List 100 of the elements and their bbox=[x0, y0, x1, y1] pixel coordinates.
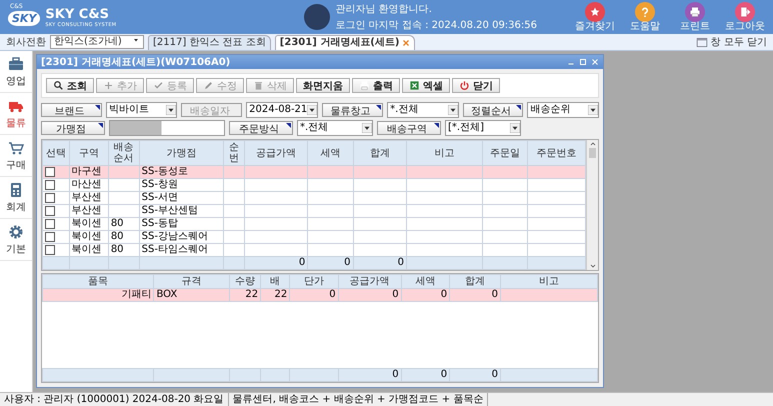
filter-select[interactable]: [*.전체] bbox=[445, 120, 521, 136]
table-row[interactable]: 부산센 SS-부산센텀 bbox=[42, 204, 586, 218]
table-row[interactable]: 북이센 80 SS-강남스퀘어 bbox=[42, 230, 586, 244]
row-checkbox[interactable] bbox=[45, 245, 55, 255]
scroll-up-icon[interactable] bbox=[588, 140, 596, 148]
toolbar-button[interactable]: 조회 bbox=[46, 78, 94, 93]
total-cell: 0 bbox=[344, 258, 351, 268]
filter-select[interactable]: 배송순위 bbox=[527, 102, 599, 118]
total-cell: 0 bbox=[398, 258, 404, 268]
row-checkbox[interactable] bbox=[45, 167, 55, 177]
required-marker-icon bbox=[376, 105, 382, 110]
table-cell: 0 bbox=[440, 290, 448, 300]
column-header[interactable]: 합계 bbox=[353, 140, 407, 166]
filter-select[interactable]: 빅바이트 bbox=[106, 102, 178, 118]
dropdown-icon[interactable] bbox=[362, 123, 372, 133]
filter-select[interactable]: *.전체 bbox=[387, 102, 459, 118]
filter-select[interactable]: 2024-08-21 bbox=[246, 102, 318, 118]
table-cell: 22 bbox=[274, 290, 288, 300]
column-header[interactable]: 세액 bbox=[401, 274, 450, 288]
sidebar-item[interactable]: 물류 bbox=[0, 93, 32, 135]
column-header[interactable]: 합계 bbox=[450, 274, 501, 288]
sidebar-item[interactable]: 구매 bbox=[0, 135, 32, 177]
required-marker-icon bbox=[286, 123, 291, 128]
document-tab[interactable]: [2301] 거래명세표(세트) bbox=[274, 35, 416, 50]
maximize-icon[interactable] bbox=[579, 58, 587, 66]
filter-input-field[interactable] bbox=[109, 120, 225, 136]
column-header[interactable]: 주문번호 bbox=[528, 140, 586, 166]
column-header[interactable]: 가맹점 bbox=[139, 140, 224, 166]
window-title-bar: [2301] 거래명세표(세트)(W07106A0) bbox=[37, 55, 603, 69]
table-cell: SS-동성로 bbox=[142, 166, 188, 177]
sidebar-item[interactable]: 회계 bbox=[0, 177, 32, 219]
column-header[interactable]: 선택 bbox=[42, 140, 70, 166]
dropdown-icon[interactable] bbox=[448, 105, 458, 115]
close-all-button[interactable]: 창 모두 닫기 bbox=[696, 35, 767, 49]
printer-icon bbox=[689, 6, 701, 18]
close-icon[interactable] bbox=[402, 39, 410, 47]
sidebar-item[interactable]: 영업 bbox=[0, 51, 32, 93]
column-header[interactable]: 순번 bbox=[223, 140, 244, 166]
toolbar-button[interactable]: 닫기 bbox=[452, 78, 500, 93]
power-icon bbox=[459, 80, 470, 91]
filter-label-button[interactable]: 정렬순서 bbox=[462, 103, 524, 117]
column-header[interactable]: 세액 bbox=[308, 140, 354, 166]
scroll-down-icon[interactable] bbox=[588, 262, 596, 270]
dropdown-icon[interactable] bbox=[588, 105, 598, 115]
plus-icon bbox=[103, 80, 114, 91]
table-cell: 마산센 bbox=[72, 180, 102, 190]
row-checkbox[interactable] bbox=[45, 180, 55, 190]
row-checkbox[interactable] bbox=[45, 219, 55, 229]
row-checkbox[interactable] bbox=[45, 206, 55, 216]
filter-label-button[interactable]: 배송구역 bbox=[377, 121, 441, 135]
table-row[interactable]: 부산센 SS-서면 bbox=[42, 192, 586, 204]
scrollbar-thumb[interactable] bbox=[589, 148, 596, 158]
column-header[interactable]: 규격 bbox=[154, 274, 230, 288]
printer-icon bbox=[359, 80, 370, 91]
table-cell: SS-강남스퀘어 bbox=[142, 232, 208, 242]
table-cell: 22 bbox=[245, 290, 258, 300]
dropdown-icon[interactable] bbox=[307, 105, 318, 115]
table-cell: 마구센 bbox=[72, 166, 102, 177]
table-cell: SS-서면 bbox=[142, 192, 178, 203]
toolbar-button[interactable]: 출력 bbox=[352, 78, 400, 93]
toolbar-button[interactable]: 화면지움 bbox=[296, 78, 350, 93]
table-cell: 0 bbox=[392, 290, 399, 300]
table-row[interactable]: 북이센 80 SS-동탑 bbox=[42, 218, 586, 230]
table-cell: 북이센 bbox=[72, 218, 102, 229]
column-header[interactable]: 비고 bbox=[406, 140, 483, 166]
column-header[interactable]: 배 bbox=[260, 274, 290, 288]
filter-label-button[interactable]: 주문방식 bbox=[229, 121, 293, 135]
document-tab[interactable]: [2117] 한익스 전표 조회 bbox=[148, 35, 271, 50]
pencil-icon bbox=[203, 80, 214, 91]
column-header[interactable]: 주문일 bbox=[482, 140, 528, 166]
vertical-scrollbar[interactable] bbox=[586, 140, 598, 270]
table-cell: 0 bbox=[492, 290, 498, 300]
table-cell: 80 bbox=[110, 218, 124, 229]
column-header[interactable]: 품목 bbox=[42, 274, 154, 288]
column-header[interactable]: 단가 bbox=[290, 274, 338, 288]
toolbar-button[interactable]: 엑셀 bbox=[402, 78, 450, 93]
filter-label-button[interactable]: 브랜드 bbox=[41, 103, 102, 117]
company-select[interactable]: 한익스(조가네) bbox=[50, 35, 144, 49]
column-header[interactable]: 수량 bbox=[229, 274, 261, 288]
status-sort-text: 물류센터, 배송코스 + 배송순위 + 가맹점코드 + 품목순 bbox=[228, 393, 488, 406]
dropdown-icon[interactable] bbox=[166, 105, 176, 115]
column-header[interactable]: 구역 bbox=[69, 140, 108, 166]
column-header[interactable]: 공급가액 bbox=[338, 274, 402, 288]
dropdown-icon[interactable] bbox=[510, 123, 520, 133]
filter-select[interactable]: *.전체 bbox=[297, 120, 373, 136]
filter-label-button[interactable]: 물류창고 bbox=[322, 103, 384, 117]
table-cell: BOX bbox=[156, 290, 178, 300]
sidebar-item[interactable]: 기본 bbox=[0, 219, 32, 261]
column-header[interactable]: 배송순서 bbox=[108, 140, 140, 166]
company-label: 회사전환 bbox=[6, 36, 46, 49]
column-header[interactable]: 공급가액 bbox=[244, 140, 308, 166]
table-cell: 80 bbox=[110, 244, 124, 255]
table-cell: SS-동탑 bbox=[142, 218, 178, 229]
table-row[interactable]: 마구센 SS-동성로 bbox=[42, 166, 586, 178]
table-row[interactable]: 마산센 SS-창원 bbox=[42, 178, 586, 192]
table-row[interactable]: 기패티 BOX 22 22 0 0 0 0 bbox=[42, 288, 598, 302]
row-checkbox[interactable] bbox=[45, 232, 55, 242]
column-header[interactable]: 비고 bbox=[500, 274, 598, 288]
row-checkbox[interactable] bbox=[45, 193, 55, 203]
filter-label-button[interactable]: 가맹점 bbox=[41, 121, 105, 135]
